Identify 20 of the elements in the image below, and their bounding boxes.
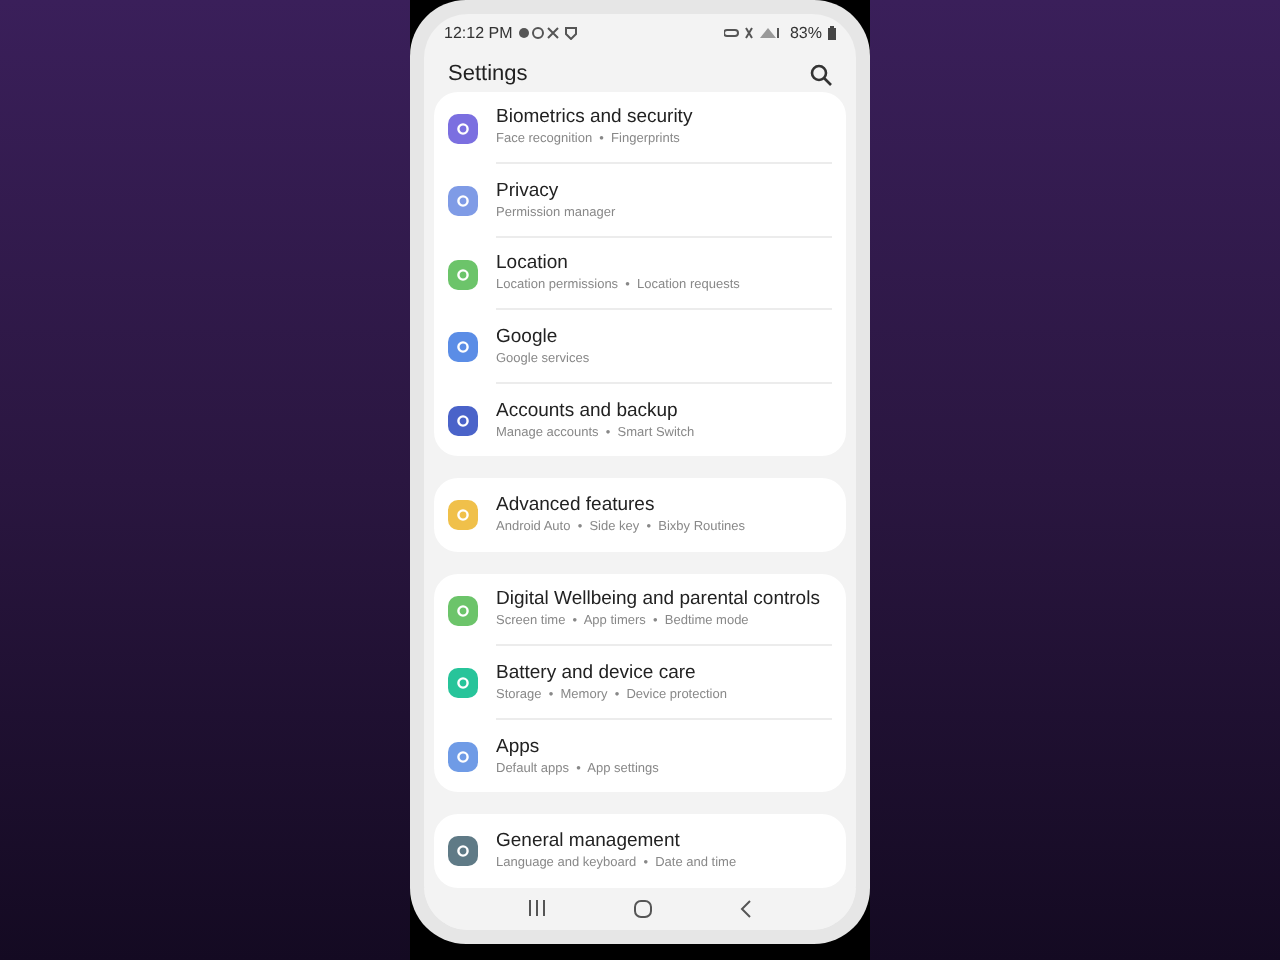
home-icon[interactable] (634, 899, 652, 918)
item-title: Privacy (496, 179, 561, 204)
page-title: Settings (448, 59, 528, 90)
search-icon[interactable] (810, 63, 832, 86)
signal-icons (723, 26, 784, 41)
item-title: Location (496, 252, 570, 277)
item-title: General management (496, 830, 682, 855)
item-title: Advanced features (496, 494, 657, 519)
recent-apps-icon[interactable] (528, 900, 546, 917)
item-title: Biometrics and security (496, 106, 695, 131)
item-title: Apps (496, 735, 542, 760)
item-title: Google (496, 325, 560, 350)
battery-percent: 83% (789, 21, 822, 46)
back-icon[interactable] (740, 899, 752, 918)
item-title: Battery and device care (496, 661, 698, 686)
item-title: Accounts and backup (496, 399, 680, 424)
battery-icon (828, 26, 836, 41)
item-title: Digital Wellbeing and parental controls (496, 588, 822, 613)
notification-icons (518, 26, 579, 41)
status-time: 12:12 PM (444, 21, 513, 46)
